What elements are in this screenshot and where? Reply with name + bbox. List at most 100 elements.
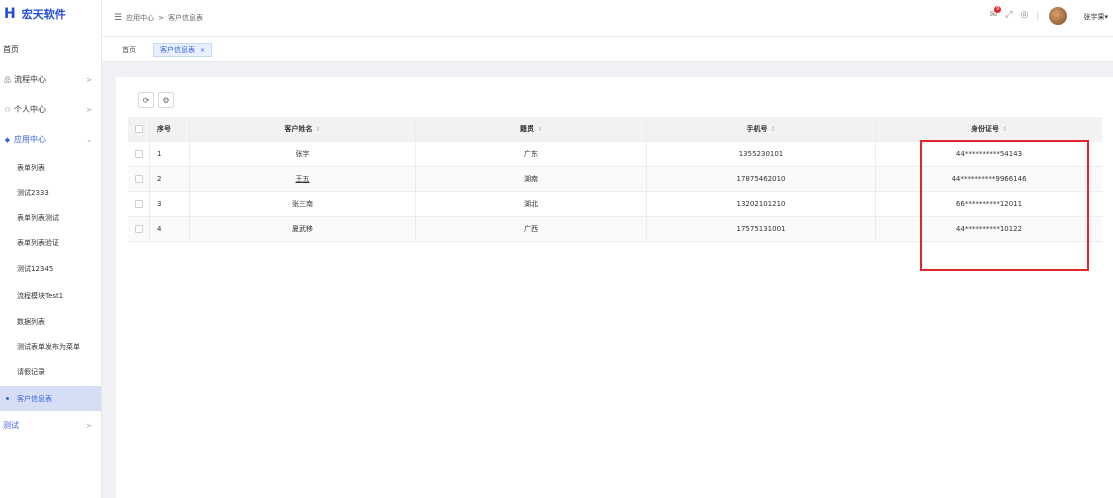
sidebar-item-leave-record[interactable]: 请假记录 [0, 359, 101, 384]
tab-home[interactable]: 首页 [116, 43, 142, 57]
tab-label: 客户信息表 [160, 46, 195, 54]
table-header-row: 序号 客户姓名 ⇕ 籍贯 ⇕ 手机号 ⇕ 身份证号 ⇕ [128, 117, 1102, 142]
sidebar-item-label: 请假记录 [17, 367, 45, 376]
cell-phone: 17875462010 [647, 167, 876, 191]
sidebar-item-publish-menu[interactable]: 测试表单发布为菜单 [0, 334, 101, 359]
cell-phone: 17575131001 [647, 217, 876, 241]
column-header-name[interactable]: 客户姓名 ⇕ [190, 117, 416, 141]
sidebar-item-label: 个人中心 [14, 105, 46, 114]
cell-province: 湖北 [416, 192, 647, 216]
header-actions: ✉ 9 ⤢ ◎ | [990, 6, 1039, 20]
tab-bar: 首页 客户信息表 × [102, 37, 1113, 62]
breadcrumb: ☰ 应用中心 > 客户信息表 [114, 13, 203, 23]
refresh-button[interactable]: ⟳ [138, 92, 154, 108]
sidebar-item-label: 应用中心 [14, 135, 46, 144]
sidebar-group-test[interactable]: 测试 > [0, 413, 101, 438]
settings-icon[interactable]: ◎ [1020, 10, 1028, 20]
sidebar-item-customer-info[interactable]: 客户信息表 [0, 386, 101, 411]
sidebar-item-label: 测试2333 [17, 188, 49, 197]
cell-phone: 1355230101 [647, 142, 876, 166]
user-menu[interactable]: 张宇果▾ [1083, 12, 1108, 22]
sidebar-item-home[interactable]: 首页 [0, 37, 101, 62]
row-checkbox[interactable] [134, 200, 143, 208]
row-checkbox[interactable] [134, 150, 143, 158]
sidebar-item-test2333[interactable]: 测试2333 [0, 180, 101, 205]
sidebar-item-process-module[interactable]: 流程模块Test1 [0, 283, 101, 308]
cell-province: 广西 [416, 217, 647, 241]
app-icon: ◆ [4, 135, 11, 144]
sidebar-group-app[interactable]: ◆ 应用中心 ⌄ [0, 127, 101, 152]
close-icon[interactable]: × [200, 47, 205, 54]
sidebar-item-label: 表单列表验证 [17, 238, 59, 247]
sort-icon[interactable]: ⇕ [537, 126, 542, 133]
tab-label: 首页 [122, 46, 136, 54]
sidebar-item-label: 表单列表 [17, 163, 45, 172]
sidebar-item-test12345[interactable]: 测试12345 [0, 256, 101, 281]
notification-badge: 9 [994, 6, 1002, 13]
sidebar-item-form-list-verify[interactable]: 表单列表验证 [0, 230, 101, 255]
chevron-down-icon: ⌄ [86, 135, 92, 144]
sidebar-item-label: 首页 [3, 45, 19, 54]
fullscreen-icon[interactable]: ⤢ [1005, 10, 1012, 20]
sort-icon[interactable]: ⇕ [770, 126, 775, 133]
column-header-phone[interactable]: 手机号 ⇕ [647, 117, 876, 141]
chevron-right-icon: > [86, 105, 92, 114]
row-checkbox[interactable] [134, 225, 143, 233]
brand-name: 宏天软件 [21, 8, 66, 21]
sort-icon[interactable]: ⇕ [1002, 126, 1007, 133]
sidebar-item-label: 测试 [3, 421, 19, 430]
row-checkbox[interactable] [134, 175, 143, 183]
sidebar-item-label: 表单列表测试 [17, 213, 59, 222]
sidebar-item-label: 测试表单发布为菜单 [17, 342, 80, 351]
avatar[interactable] [1049, 7, 1067, 25]
breadcrumb-separator: > [158, 14, 164, 22]
active-dot-icon [6, 397, 9, 400]
cell-name: 张宇 [190, 142, 416, 166]
menu-toggle-icon[interactable]: ☰ [114, 13, 122, 23]
column-header-index: 序号 [150, 117, 190, 141]
tab-customer-info[interactable]: 客户信息表 × [153, 43, 213, 57]
select-all-checkbox[interactable] [134, 125, 143, 133]
select-all-cell [128, 117, 150, 141]
caret-down-icon: ▾ [1104, 13, 1108, 21]
cell-index: 4 [150, 217, 190, 241]
cell-index: 1 [150, 142, 190, 166]
brand-logo[interactable]: H 宏天软件 [0, 0, 101, 28]
org-chart-icon: 品 [4, 75, 11, 84]
cell-province: 湖南 [416, 167, 647, 191]
column-header-id-number[interactable]: 身份证号 ⇕ [876, 117, 1102, 141]
cell-name: 夏武移 [190, 217, 416, 241]
table-toolbar: ⟳ ⚙ [138, 92, 174, 108]
cell-name: 王五 [190, 167, 416, 191]
chevron-right-icon: > [86, 75, 92, 84]
cell-phone: 13202101210 [647, 192, 876, 216]
sidebar-item-form-list-test[interactable]: 表单列表测试 [0, 205, 101, 230]
sidebar-group-process[interactable]: 品 流程中心 > [0, 67, 101, 92]
settings-icon: ⚙ [162, 95, 170, 105]
sidebar: H 宏天软件 首页 品 流程中心 > ⚇ 个人中心 > ◆ 应用中心 ⌄ 表单列… [0, 0, 102, 498]
sidebar-item-label: 测试12345 [17, 264, 54, 273]
divider: | [1036, 10, 1039, 20]
sidebar-group-personal[interactable]: ⚇ 个人中心 > [0, 97, 101, 122]
user-icon: ⚇ [4, 105, 11, 114]
message-icon[interactable]: ✉ 9 [990, 6, 1002, 20]
cell-name: 张三南 [190, 192, 416, 216]
highlight-box [920, 140, 1089, 271]
cell-province: 广东 [416, 142, 647, 166]
column-settings-button[interactable]: ⚙ [158, 92, 174, 108]
cell-index: 3 [150, 192, 190, 216]
sidebar-item-label: 数据列表 [17, 317, 45, 326]
breadcrumb-root[interactable]: 应用中心 [126, 13, 154, 23]
logo-mark: H [4, 6, 16, 22]
sidebar-item-label: 流程模块Test1 [17, 291, 64, 300]
column-header-province[interactable]: 籍贯 ⇕ [416, 117, 647, 141]
breadcrumb-current: 客户信息表 [167, 14, 203, 22]
user-name: 张宇果 [1083, 13, 1105, 21]
sidebar-item-label: 客户信息表 [17, 394, 52, 403]
chevron-right-icon: > [86, 421, 92, 430]
cell-index: 2 [150, 167, 190, 191]
sort-icon[interactable]: ⇕ [315, 126, 320, 133]
sidebar-item-data-list[interactable]: 数据列表 [0, 309, 101, 334]
app-root: H 宏天软件 首页 品 流程中心 > ⚇ 个人中心 > ◆ 应用中心 ⌄ 表单列… [0, 0, 1113, 498]
sidebar-item-form-list[interactable]: 表单列表 [0, 155, 101, 180]
